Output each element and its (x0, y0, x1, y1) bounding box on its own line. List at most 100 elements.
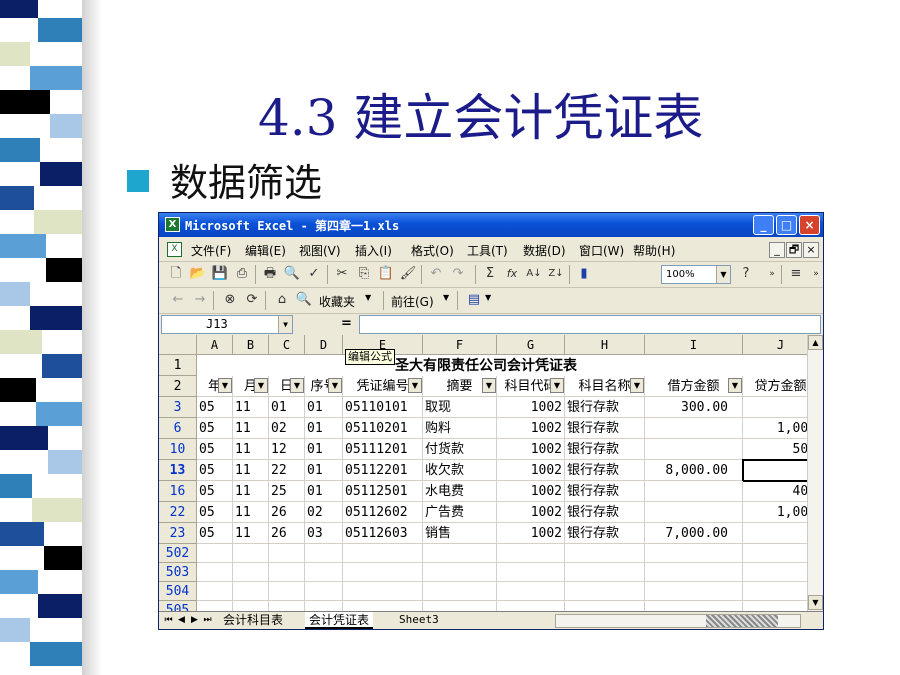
table-cell[interactable]: 02 (305, 502, 343, 523)
scroll-down-icon[interactable]: ▼ (808, 595, 823, 610)
table-cell[interactable]: 05 (197, 397, 233, 418)
table-cell[interactable]: 01 (305, 460, 343, 481)
table-cell[interactable]: 05112603 (343, 523, 423, 544)
table-cell[interactable]: 1,000 (743, 418, 807, 439)
chevron-down-icon[interactable]: ▼ (485, 293, 491, 302)
header-cell[interactable]: 日 ▼ (269, 376, 305, 397)
autosum-icon[interactable]: Σ (481, 265, 499, 283)
tab-vouchers[interactable]: 会计凭证表 (305, 612, 374, 629)
table-cell[interactable] (269, 601, 305, 611)
table-cell[interactable] (743, 523, 807, 544)
table-cell[interactable] (197, 544, 233, 563)
row-header[interactable]: 16 (159, 481, 197, 502)
autofilter-dropdown-icon[interactable]: ▼ (482, 378, 496, 393)
toolbar-options-icon[interactable]: » (763, 265, 781, 283)
excel-app-icon[interactable]: X (165, 217, 180, 232)
table-cell[interactable]: 01 (305, 418, 343, 439)
table-cell[interactable]: 1,000 (743, 502, 807, 523)
table-cell[interactable] (565, 544, 645, 563)
worksheet-grid[interactable]: A B C D E F G H I J 1 圣大有限责任公司会计凭证表 2 年 ▼ 月 ▼ 日 ▼ 序号 ▼ 凭证编号 ▼ 摘… (159, 335, 807, 611)
print-preview-icon[interactable]: 🔍 (283, 265, 301, 283)
table-cell[interactable]: 01 (305, 397, 343, 418)
table-cell[interactable] (423, 582, 497, 601)
save-icon[interactable]: 💾 (211, 265, 229, 283)
minimize-button[interactable]: _ (753, 215, 774, 235)
table-cell[interactable]: 05 (197, 460, 233, 481)
table-cell[interactable]: 11 (233, 523, 269, 544)
table-cell[interactable]: 收欠款 (423, 460, 497, 481)
table-cell[interactable] (233, 563, 269, 582)
table-cell[interactable] (645, 418, 743, 439)
table-cell[interactable]: 1002 (497, 418, 565, 439)
table-cell[interactable]: 05 (197, 418, 233, 439)
row-header[interactable]: 502 (159, 544, 197, 563)
row-header[interactable]: 6 (159, 418, 197, 439)
table-cell[interactable]: 1002 (497, 460, 565, 481)
row-header[interactable]: 3 (159, 397, 197, 418)
table-cell[interactable]: 05112602 (343, 502, 423, 523)
table-cell[interactable] (645, 601, 743, 611)
table-cell[interactable] (743, 563, 807, 582)
row-header[interactable]: 2 (159, 376, 197, 397)
row-header[interactable]: 505 (159, 601, 197, 611)
table-cell[interactable]: 02 (269, 418, 305, 439)
search-web-icon[interactable]: 🔍 (295, 291, 313, 309)
show-web-toolbar-icon[interactable]: ▤ (465, 291, 483, 309)
table-cell[interactable]: 11 (233, 439, 269, 460)
autofilter-dropdown-icon[interactable]: ▼ (290, 378, 304, 393)
table-cell[interactable]: 销售 (423, 523, 497, 544)
table-cell[interactable]: 1002 (497, 502, 565, 523)
table-cell[interactable]: 05 (197, 439, 233, 460)
row-header[interactable]: 1 (159, 355, 197, 376)
menu-format[interactable]: 格式(O) (411, 242, 454, 259)
table-cell[interactable] (423, 563, 497, 582)
doc-close-button[interactable]: × (803, 242, 819, 258)
table-cell[interactable] (197, 601, 233, 611)
doc-restore-button[interactable]: 🗗 (786, 242, 802, 258)
table-cell[interactable] (197, 582, 233, 601)
row-header[interactable]: 22 (159, 502, 197, 523)
table-cell[interactable] (269, 563, 305, 582)
table-cell[interactable]: 300.00 (645, 397, 743, 418)
table-cell[interactable]: 购料 (423, 418, 497, 439)
column-header[interactable]: F (423, 335, 497, 355)
undo-icon[interactable]: ↶ (427, 265, 445, 283)
table-cell[interactable]: 05 (197, 502, 233, 523)
autofilter-dropdown-icon[interactable]: ▼ (218, 378, 232, 393)
print-icon[interactable]: 🖶 (261, 265, 279, 283)
column-header[interactable]: C (269, 335, 305, 355)
chevron-down-icon[interactable]: ▼ (365, 293, 371, 302)
table-cell[interactable] (565, 582, 645, 601)
table-cell[interactable] (743, 582, 807, 601)
prev-sheet-icon[interactable]: ◀ (176, 614, 187, 627)
row-header[interactable]: 13 (159, 460, 197, 481)
table-cell[interactable]: 1002 (497, 481, 565, 502)
table-cell[interactable] (233, 582, 269, 601)
align-icon[interactable]: ≡ (787, 265, 805, 283)
chevron-down-icon[interactable]: ▼ (278, 316, 292, 333)
table-cell[interactable] (269, 582, 305, 601)
tab-sheet3[interactable]: Sheet3 (395, 612, 443, 629)
table-cell[interactable]: 银行存款 (565, 397, 645, 418)
table-cell[interactable] (343, 601, 423, 611)
table-cell[interactable]: 付货款 (423, 439, 497, 460)
chart-wizard-icon[interactable]: ▮ (575, 265, 593, 283)
autofilter-dropdown-icon[interactable]: ▼ (728, 378, 742, 393)
chevron-down-icon[interactable]: ▼ (716, 266, 730, 283)
column-header[interactable]: J (743, 335, 807, 355)
table-cell[interactable]: 26 (269, 502, 305, 523)
table-cell[interactable] (743, 397, 807, 418)
table-cell[interactable] (743, 544, 807, 563)
forward-icon[interactable]: → (191, 291, 209, 309)
row-header[interactable]: 10 (159, 439, 197, 460)
table-cell[interactable] (305, 544, 343, 563)
table-cell[interactable] (233, 544, 269, 563)
horizontal-scrollbar[interactable] (555, 614, 801, 628)
table-cell[interactable]: 1002 (497, 439, 565, 460)
column-header[interactable]: D (305, 335, 343, 355)
table-cell[interactable] (497, 582, 565, 601)
first-sheet-icon[interactable]: ⏮ (163, 614, 174, 627)
table-cell[interactable]: 11 (233, 460, 269, 481)
table-cell[interactable] (565, 563, 645, 582)
header-cell[interactable]: 序号 ▼ (305, 376, 343, 397)
